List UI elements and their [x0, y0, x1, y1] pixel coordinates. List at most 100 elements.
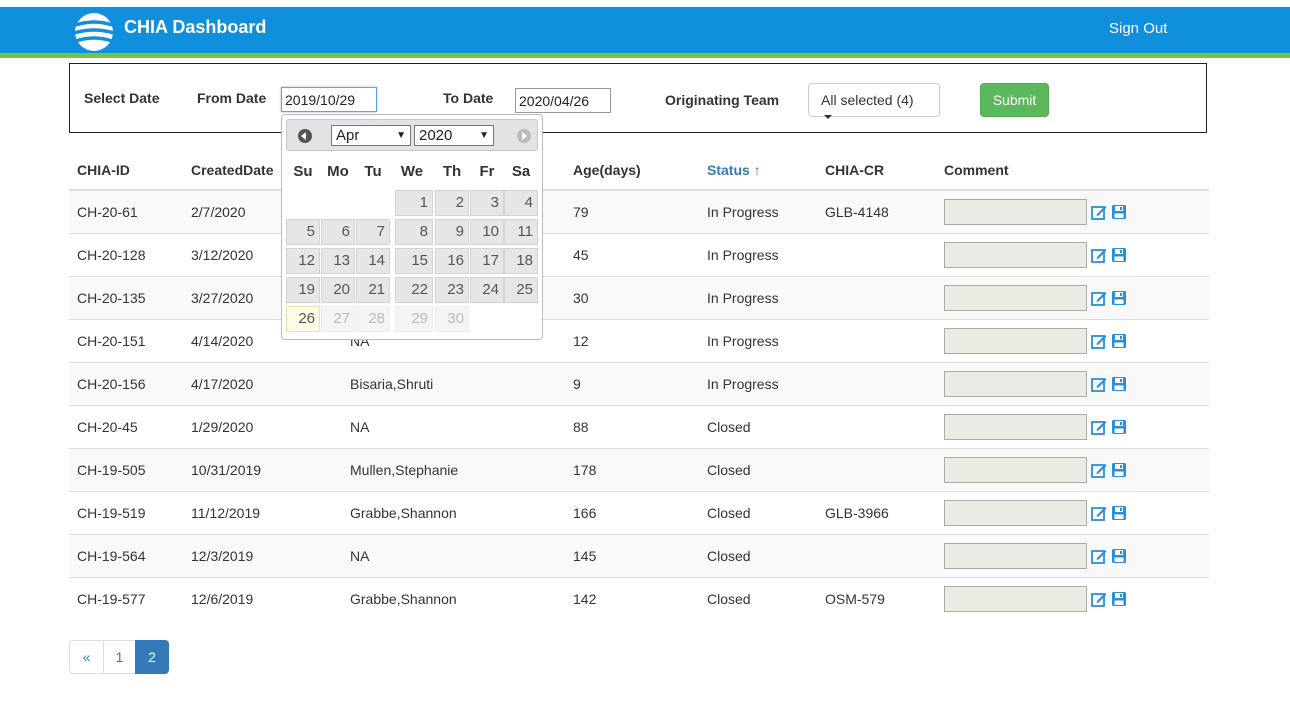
- cell-chia-id[interactable]: CH-19-577: [69, 576, 183, 620]
- edit-icon[interactable]: [1091, 204, 1107, 220]
- comment-textarea[interactable]: [944, 198, 1087, 225]
- cell-chia-id[interactable]: CH-20-151: [69, 318, 183, 362]
- save-icon[interactable]: [1111, 290, 1127, 306]
- cell-status: In Progress: [699, 318, 817, 362]
- calendar-day[interactable]: 4: [504, 190, 538, 216]
- calendar-day[interactable]: 10: [470, 219, 504, 245]
- cell-chia-cr[interactable]: OSM-579: [817, 576, 936, 620]
- from-date-label: From Date: [197, 90, 267, 106]
- cell-chia-cr[interactable]: GLB-4148: [817, 189, 936, 233]
- comment-textarea[interactable]: [944, 327, 1087, 354]
- cell-chia-id[interactable]: CH-19-519: [69, 490, 183, 534]
- calendar-day[interactable]: 2: [435, 190, 469, 216]
- calendar-day[interactable]: 8: [395, 219, 433, 245]
- edit-icon[interactable]: [1091, 376, 1107, 392]
- calendar-day[interactable]: 9: [435, 219, 469, 245]
- cell-chia-id[interactable]: CH-19-505: [69, 447, 183, 491]
- cell-chia-cr[interactable]: GLB-3966: [817, 490, 936, 534]
- calendar-day[interactable]: 17: [470, 248, 504, 274]
- calendar-day[interactable]: 3: [470, 190, 504, 216]
- calendar-day[interactable]: 11: [504, 219, 538, 245]
- comment-textarea[interactable]: [944, 284, 1087, 311]
- save-icon[interactable]: [1111, 548, 1127, 564]
- comment-textarea[interactable]: [944, 370, 1087, 397]
- from-date-input[interactable]: [281, 87, 377, 112]
- pagination-first[interactable]: «: [69, 640, 104, 674]
- brand-title[interactable]: CHIA Dashboard: [124, 17, 266, 38]
- calendar-day[interactable]: 22: [395, 277, 433, 303]
- comment-textarea[interactable]: [944, 542, 1087, 569]
- save-icon[interactable]: [1111, 419, 1127, 435]
- col-chia-cr[interactable]: CHIA-CR: [817, 150, 936, 191]
- pagination-page-2[interactable]: 2: [135, 640, 169, 674]
- edit-icon[interactable]: [1091, 591, 1107, 607]
- cell-chia-id[interactable]: CH-20-61: [69, 189, 183, 233]
- edit-icon[interactable]: [1091, 548, 1107, 564]
- calendar-day[interactable]: 19: [286, 277, 320, 303]
- chia-table: CHIA-ID CreatedDate Age(days) Status ↑ C…: [69, 150, 1209, 620]
- calendar-day[interactable]: 26: [286, 306, 320, 332]
- year-select[interactable]: 2020 ▼: [414, 125, 494, 146]
- calendar-day[interactable]: 18: [504, 248, 538, 274]
- sign-out-link[interactable]: Sign Out: [1109, 20, 1167, 37]
- col-chia-id[interactable]: CHIA-ID: [69, 150, 183, 191]
- cell-status: In Progress: [699, 232, 817, 276]
- save-icon[interactable]: [1111, 462, 1127, 478]
- month-select[interactable]: Apr ▼: [331, 125, 411, 146]
- calendar-day[interactable]: 14: [356, 248, 390, 274]
- save-icon[interactable]: [1111, 247, 1127, 263]
- pagination-page-1[interactable]: 1: [103, 640, 136, 674]
- comment-textarea[interactable]: [944, 241, 1087, 268]
- save-icon[interactable]: [1111, 204, 1127, 220]
- cell-chia-id[interactable]: CH-20-45: [69, 404, 183, 448]
- calendar-day[interactable]: 1: [395, 190, 433, 216]
- comment-textarea[interactable]: [944, 585, 1087, 612]
- submit-button[interactable]: Submit: [980, 83, 1049, 117]
- edit-icon[interactable]: [1091, 333, 1107, 349]
- calendar-day[interactable]: 5: [286, 219, 320, 245]
- calendar-day[interactable]: 12: [286, 248, 320, 274]
- cell-chia-cr: [817, 318, 936, 362]
- cell-status: In Progress: [699, 189, 817, 233]
- calendar-day[interactable]: 23: [435, 277, 469, 303]
- datepicker-popup: Apr ▼ 2020 ▼ Su Mo Tu We Th Fr Sa 1 2 3 4 5 6 7 8 9 10 11…: [281, 114, 543, 340]
- edit-icon[interactable]: [1091, 462, 1107, 478]
- navbar-accent-line: [0, 53, 1290, 58]
- save-icon[interactable]: [1111, 505, 1127, 521]
- calendar-day[interactable]: 15: [395, 248, 433, 274]
- edit-icon[interactable]: [1091, 247, 1107, 263]
- calendar-day[interactable]: 20: [321, 277, 355, 303]
- weekday-header: Su: [293, 163, 313, 180]
- edit-icon[interactable]: [1091, 505, 1107, 521]
- cell-status: Closed: [699, 533, 817, 577]
- originating-team-dropdown[interactable]: All selected (4): [808, 83, 940, 120]
- save-icon[interactable]: [1111, 591, 1127, 607]
- col-status[interactable]: Status ↑: [699, 150, 817, 191]
- comment-textarea[interactable]: [944, 413, 1087, 440]
- edit-icon[interactable]: [1091, 290, 1107, 306]
- calendar-day[interactable]: 13: [321, 248, 355, 274]
- calendar-day[interactable]: 7: [356, 219, 390, 245]
- edit-icon[interactable]: [1091, 419, 1107, 435]
- comment-textarea[interactable]: [944, 456, 1087, 483]
- prev-month-icon[interactable]: [298, 129, 312, 143]
- calendar-day[interactable]: 21: [356, 277, 390, 303]
- comment-textarea[interactable]: [944, 499, 1087, 526]
- save-icon[interactable]: [1111, 333, 1127, 349]
- cell-chia-id[interactable]: CH-20-156: [69, 361, 183, 405]
- col-age[interactable]: Age(days): [565, 150, 699, 191]
- to-date-input[interactable]: [515, 88, 611, 113]
- calendar-day[interactable]: 6: [321, 219, 355, 245]
- calendar-day[interactable]: 16: [435, 248, 469, 274]
- cell-chia-id[interactable]: CH-20-128: [69, 232, 183, 276]
- col-comment[interactable]: Comment: [936, 150, 1209, 191]
- next-month-icon[interactable]: [517, 129, 531, 143]
- cell-created-date: 12/3/2019: [183, 533, 342, 577]
- cell-chia-id[interactable]: CH-20-135: [69, 275, 183, 319]
- save-icon[interactable]: [1111, 376, 1127, 392]
- calendar-day[interactable]: 25: [504, 277, 538, 303]
- cell-status: In Progress: [699, 361, 817, 405]
- calendar-day[interactable]: 24: [470, 277, 504, 303]
- table-row: CH-20-128 3/12/2020 45 In Progress: [69, 232, 1209, 276]
- cell-chia-id[interactable]: CH-19-564: [69, 533, 183, 577]
